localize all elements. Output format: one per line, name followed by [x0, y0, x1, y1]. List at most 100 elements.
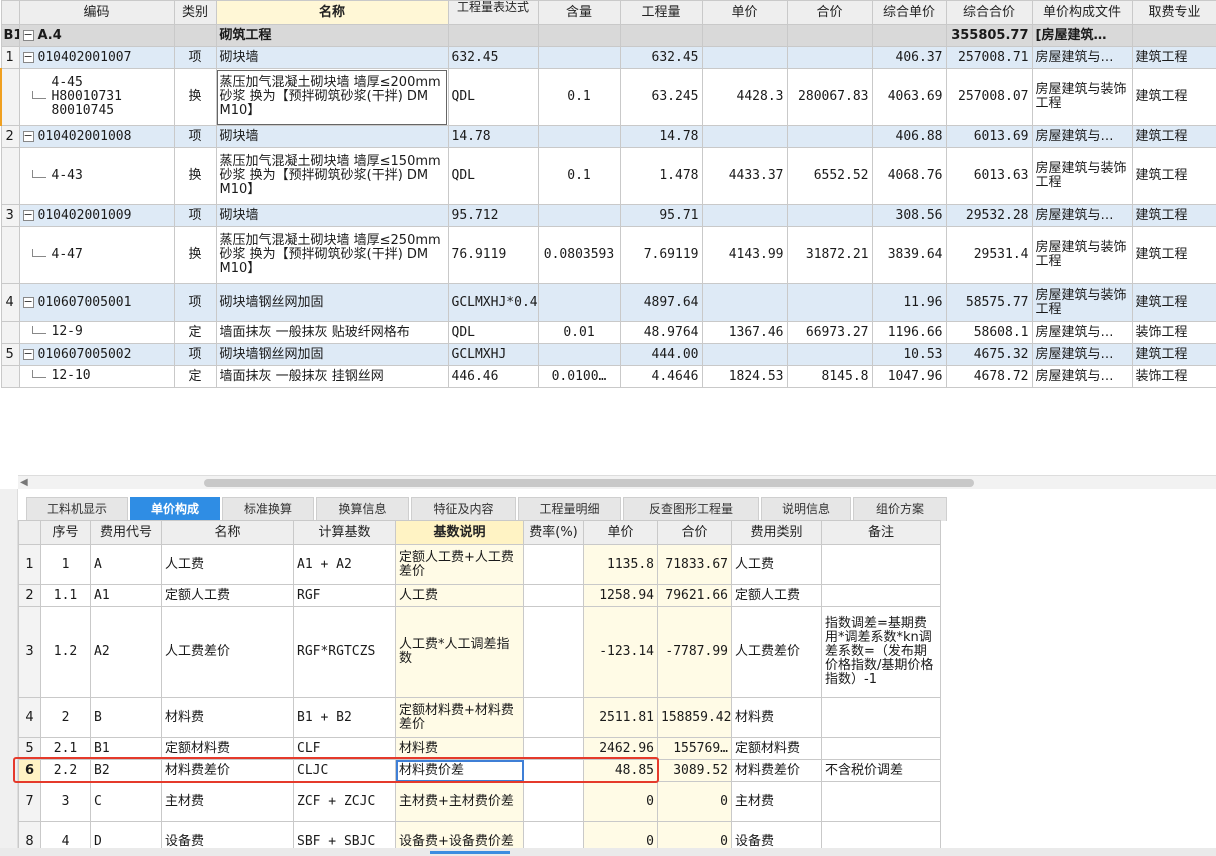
qty-expression-cell[interactable]: GCLMXHJ: [447, 343, 539, 366]
unit-price-cell[interactable]: [701, 204, 788, 227]
composite-total-cell[interactable]: 29532.28: [945, 204, 1033, 227]
fee-name[interactable]: 材料费差价: [161, 759, 294, 782]
composite-total-cell[interactable]: 29531.4: [945, 226, 1033, 284]
unit-price-cell[interactable]: [701, 125, 788, 148]
unit-price-cell[interactable]: [701, 283, 788, 322]
fee-row[interactable]: 3 1.2 A2 人工费差价 RGF*RGTCZS 人工费*人工调差指数 -123.14 -7…: [18, 606, 941, 698]
fee-unit-price[interactable]: 2511.81: [583, 697, 658, 738]
fee-unit-price[interactable]: 2462.96: [583, 737, 658, 760]
price-file-cell[interactable]: 房屋建筑与装饰工程: [1031, 226, 1133, 284]
fee-rate[interactable]: [523, 697, 584, 738]
fee-rate[interactable]: [523, 759, 584, 782]
fee-base[interactable]: RGF*RGTCZS: [293, 606, 396, 698]
item-type-cell[interactable]: 换: [173, 147, 217, 205]
composite-total-cell[interactable]: 6013.63: [945, 147, 1033, 205]
total-price-cell[interactable]: 6552.52: [786, 147, 873, 205]
bill-item-row[interactable]: 2−010402001008 项砌块墙 14.78 14.78 406.88 6013.6…: [0, 125, 1216, 148]
collapse-icon[interactable]: −: [22, 130, 34, 142]
row-number-cell[interactable]: 4: [0, 283, 20, 322]
fee-base[interactable]: A1 + A2: [293, 544, 396, 585]
total-price-cell[interactable]: [786, 343, 873, 366]
fee-seq[interactable]: 3: [40, 781, 91, 822]
col-header-expr[interactable]: 工程量表达式: [447, 0, 539, 25]
fee-unit-price[interactable]: 0: [583, 781, 658, 822]
item-code-cell[interactable]: 4-47: [18, 226, 175, 284]
unit-price-cell[interactable]: 4428.3: [701, 68, 788, 126]
fee-major-cell[interactable]: 装饰工程: [1131, 321, 1216, 344]
row-number-cell[interactable]: [0, 365, 20, 388]
quantity-cell[interactable]: 4.4646: [619, 365, 703, 388]
price-file-cell[interactable]: 房屋建筑与…: [1031, 343, 1133, 366]
fee-base-desc[interactable]: 主材费+主材费价差: [395, 781, 524, 822]
unit-price-cell[interactable]: 1824.53: [701, 365, 788, 388]
item-type-cell[interactable]: 换: [173, 226, 217, 284]
item-name-cell[interactable]: 砌块墙钢丝网加固: [215, 343, 449, 366]
fee-row[interactable]: 2 1.1 A1 定额人工费 RGF 人工费 1258.94 79621.66 定额人工费: [18, 584, 941, 607]
quota-sub-row[interactable]: 12-9 定墙面抹灰 一般抹灰 贴玻纤网格布 QDL 0.01 48.9764 1367.…: [0, 321, 1216, 344]
fee-amount[interactable]: 71833.67: [657, 544, 732, 585]
fee-major-cell[interactable]: 装饰工程: [1131, 365, 1216, 388]
bill-item-row[interactable]: 3−010402001009 项砌块墙 95.712 95.71 308.56 29532…: [0, 204, 1216, 227]
fee-unit-price[interactable]: -123.14: [583, 606, 658, 698]
row-number-cell[interactable]: 1: [0, 46, 20, 69]
fee-category[interactable]: 人工费: [731, 544, 822, 585]
fee-code[interactable]: B: [90, 697, 162, 738]
tab-3[interactable]: 换算信息: [316, 497, 409, 521]
price-file-cell[interactable]: 房屋建筑与装饰工程: [1031, 283, 1133, 322]
fee-amount[interactable]: 3089.52: [657, 759, 732, 782]
row-number-cell[interactable]: 5: [0, 343, 20, 366]
fee-name[interactable]: 人工费: [161, 544, 294, 585]
fee-note[interactable]: 指数调差=基期费用*调差系数*kn调差系数=（发布期价格指数/基期价格指数）-1: [821, 606, 941, 698]
composite-unit-price-cell[interactable]: 308.56: [871, 204, 947, 227]
fee-amount[interactable]: -7787.99: [657, 606, 732, 698]
composite-total-cell[interactable]: 58575.77: [945, 283, 1033, 322]
composite-total-cell[interactable]: 6013.69: [945, 125, 1033, 148]
total-price-cell[interactable]: [786, 204, 873, 227]
collapse-icon[interactable]: −: [22, 29, 34, 41]
col-header-file[interactable]: 单价构成文件: [1031, 0, 1133, 25]
composite-unit-price-cell[interactable]: 10.53: [871, 343, 947, 366]
composite-total-cell[interactable]: 4675.32: [945, 343, 1033, 366]
fee-note[interactable]: [821, 737, 941, 760]
col-header-amount[interactable]: 合价: [786, 0, 873, 25]
item-name-cell[interactable]: 砌块墙: [215, 125, 449, 148]
fee-name[interactable]: 人工费差价: [161, 606, 294, 698]
quantity-cell[interactable]: 95.71: [619, 204, 703, 227]
row-number-cell[interactable]: [0, 68, 20, 126]
quantity-cell[interactable]: 1.478: [619, 147, 703, 205]
tab-4[interactable]: 特征及内容: [411, 497, 516, 521]
composite-unit-price-cell[interactable]: 406.37: [871, 46, 947, 69]
tab-5[interactable]: 工程量明细: [518, 497, 621, 521]
composite-unit-price-cell[interactable]: 4063.69: [871, 68, 947, 126]
quota-sub-row[interactable]: 4-47 换蒸压加气混凝土砌块墙 墙厚≤250mm 砂浆 换为【预拌砌筑砂浆(干拌…: [0, 226, 1216, 284]
total-price-cell[interactable]: 66973.27: [786, 321, 873, 344]
composite-total-cell[interactable]: 4678.72: [945, 365, 1033, 388]
fee-base-desc[interactable]: 人工费*人工调差指数: [395, 606, 524, 698]
collapse-icon[interactable]: −: [22, 51, 34, 63]
price-file-cell[interactable]: 房屋建筑与…: [1031, 365, 1133, 388]
content-value-cell[interactable]: 0.1: [537, 147, 621, 205]
fee-amount[interactable]: 79621.66: [657, 584, 732, 607]
composite-total-cell[interactable]: 257008.71: [945, 46, 1033, 69]
quantity-cell[interactable]: 4897.64: [619, 283, 703, 322]
item-name-cell[interactable]: 蒸压加气混凝土砌块墙 墙厚≤150mm 砂浆 换为【预拌砌筑砂浆(干拌) DM …: [215, 147, 449, 205]
group-row[interactable]: B1 −A.4 砌筑工程 355805.77 [房屋建筑…: [0, 24, 1216, 47]
fee-base[interactable]: CLJC: [293, 759, 396, 782]
fee-base-desc[interactable]: 定额材料费+材料费差价: [395, 697, 524, 738]
fee-name[interactable]: 定额人工费: [161, 584, 294, 607]
item-name-cell[interactable]: 砌块墙: [215, 46, 449, 69]
fee-seq[interactable]: 1.1: [40, 584, 91, 607]
row-number-cell[interactable]: [0, 321, 20, 344]
fee-major-cell[interactable]: 建筑工程: [1131, 204, 1216, 227]
tab-1[interactable]: 单价构成: [130, 497, 220, 521]
unit-price-cell[interactable]: 1367.46: [701, 321, 788, 344]
composite-unit-price-cell[interactable]: 1047.96: [871, 365, 947, 388]
col-header-qty[interactable]: 工程量: [619, 0, 703, 25]
qty-expression-cell[interactable]: GCLMXHJ*0.4: [447, 283, 539, 322]
col-header-comp-amount[interactable]: 综合合价: [945, 0, 1033, 25]
composite-unit-price-cell[interactable]: 4068.76: [871, 147, 947, 205]
item-code-cell[interactable]: 4-43: [18, 147, 175, 205]
item-name-cell[interactable]: 蒸压加气混凝土砌块墙 墙厚≤250mm 砂浆 换为【预拌砌筑砂浆(干拌) DM …: [215, 226, 449, 284]
price-file-cell[interactable]: 房屋建筑与…: [1031, 204, 1133, 227]
row-number-cell[interactable]: [0, 147, 20, 205]
